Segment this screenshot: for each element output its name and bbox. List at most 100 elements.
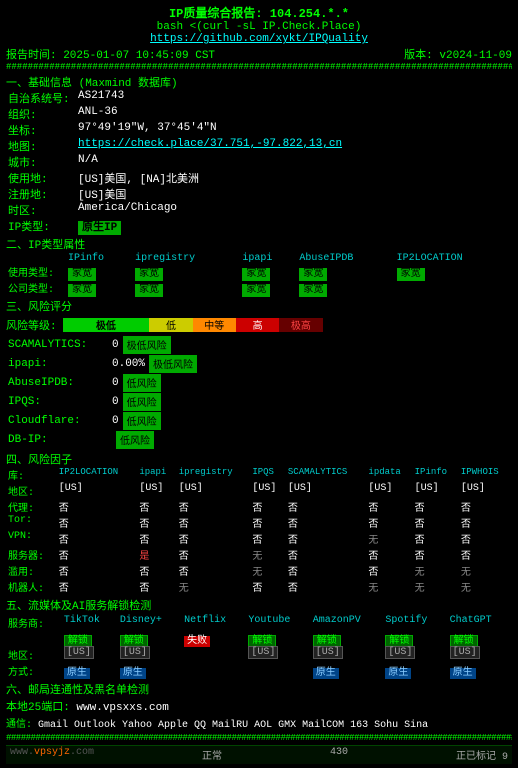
vpn-ipqs: 否	[250, 531, 286, 547]
factors-col-ipinfo2: IPinfo	[413, 467, 459, 483]
tool-version: 版本: v2024-11-09	[404, 46, 512, 62]
abuse-ipinfo: 无	[413, 563, 459, 579]
factors-col-scam: SCAMALYTICS	[286, 467, 367, 483]
s-tiktok-region: [US]	[62, 647, 118, 663]
ipapi-risk-label: ipapi:	[8, 358, 108, 370]
streaming-label-status	[6, 631, 62, 647]
streaming-label-method: 方式:	[6, 663, 62, 679]
proxy-label: 代理:	[6, 499, 57, 515]
location-value: 97°49'19"W, 37°45'4"N	[76, 122, 512, 138]
bot-ipqs: 否	[250, 579, 286, 595]
bot-ipreg: 无	[177, 579, 251, 595]
bot-row: 机器人: 否 否 无 否 否 无 无 无	[6, 579, 512, 595]
report-time: 报告时间: 2025-01-07 10:45:09 CST	[6, 46, 215, 62]
s-youtube-method	[246, 663, 310, 679]
col-ip2loc: IP2LOCATION	[395, 253, 512, 264]
abuse-label: 滥用:	[6, 563, 57, 579]
s-chatgpt-method: 原生	[448, 663, 512, 679]
timezone-value: America/Chicago	[76, 202, 512, 218]
factors-col-ipqs2: IPQS	[250, 467, 286, 483]
cloudflare-score: 0	[112, 415, 119, 427]
company-type-ipapi: 家宽	[240, 280, 297, 296]
org-row: 组织: ANL-36	[6, 106, 512, 122]
s-netflix-region	[182, 647, 246, 663]
hash-line-top: ########################################…	[6, 62, 512, 72]
tor-ipapi: 否	[137, 515, 176, 531]
org-label: 组织:	[6, 106, 76, 122]
s-disney-region: [US]	[118, 647, 182, 663]
usage-type-ipapi: 家宽	[240, 264, 297, 280]
risk-high: 高	[236, 318, 279, 332]
server-ipapi: 是	[137, 547, 176, 563]
ipqs-score: 0	[112, 396, 119, 408]
server-label: 服务器:	[6, 547, 57, 563]
proxy-row: 代理: 否 否 否 否 否 否 否 否	[6, 499, 512, 515]
email-providers-row: 通信: Gmail Outlook Yahoo Apple QQ MailRU …	[6, 715, 512, 731]
usage-type-abuseipdb: 家宽	[297, 264, 394, 280]
dbip-label: DB-IP:	[8, 434, 108, 446]
s-netflix-status: 失败	[182, 631, 246, 647]
usage-label: 使用地:	[6, 170, 76, 186]
region-f-ipwhois: [US]	[459, 483, 512, 499]
region-factor-label: 地区:	[6, 483, 57, 499]
abuseipdb-label: AbuseIPDB:	[8, 377, 108, 389]
ipqs-row: IPQS: 0 低风险	[8, 393, 512, 411]
abuseipdb-status: 低风险	[123, 374, 161, 392]
email-providers: Gmail Outlook Yahoo Apple QQ MailRU AOL …	[38, 720, 428, 731]
streaming-status-row: 解锁 解锁 失败 解锁 解锁 解锁 解锁	[6, 631, 512, 647]
vpn-scam: 否	[286, 531, 367, 547]
timezone-row: 时区: America/Chicago	[6, 202, 512, 218]
col-ipregistry: ipregistry	[133, 253, 240, 264]
region-f-ipdata: [US]	[366, 483, 412, 499]
company-type-ip2loc	[395, 280, 512, 296]
port-value: www.vpsxxs.com	[76, 702, 168, 714]
asn-row: 自治系统号: AS21743	[6, 90, 512, 106]
ip-type-table: IPinfo ipregistry ipapi AbuseIPDB IP2LOC…	[6, 253, 512, 296]
factors-col-ipwhois: IPWHOIS	[459, 467, 512, 483]
col-abuseipdb: AbuseIPDB	[297, 253, 394, 264]
vpn-ipreg: 否	[177, 531, 251, 547]
email-port-row: 本地25端口: www.vpsxxs.com	[6, 698, 512, 714]
streaming-label-region: 地区:	[6, 647, 62, 663]
proxy-ipinfo: 否	[413, 499, 459, 515]
s-tiktok-name: TikTok	[62, 615, 118, 631]
github-link[interactable]: https://github.com/xykt/IPQuality	[150, 33, 368, 45]
section-risk-header: 三、风险评分	[6, 298, 512, 314]
s-tiktok-status: 解锁	[62, 631, 118, 647]
region-f-ipreg: [US]	[177, 483, 251, 499]
s-disney-name: Disney+	[118, 615, 182, 631]
server-scam: 否	[286, 547, 367, 563]
map-link[interactable]: https://check.place/37.751,-97.822,13,cn	[76, 138, 512, 154]
vpn-ipinfo: 否	[413, 531, 459, 547]
abuseipdb-row: AbuseIPDB: 0 低风险	[8, 374, 512, 392]
usage-type-ipinfo: 家宽	[66, 264, 133, 280]
bot-ipinfo: 无	[413, 579, 459, 595]
s-chatgpt-status: 解锁	[448, 631, 512, 647]
page-container: IP质量综合报告: 104.254.*.* bash <(curl -sL IP…	[6, 4, 512, 764]
ip-type-col-header: IPinfo ipregistry ipapi AbuseIPDB IP2LOC…	[6, 253, 512, 264]
section-email-header: 六、邮局连通性及黑名单检测	[6, 681, 512, 697]
status-marking: 正已标记 9	[456, 747, 508, 763]
asn-value: AS21743	[76, 90, 512, 106]
section-factors-header: 四、风险因子	[6, 451, 512, 467]
region-f-scam: [US]	[286, 483, 367, 499]
streaming-region-row: 地区: [US] [US] [US] [US] [US] [US]	[6, 647, 512, 663]
streaming-name-row: 服务商: TikTok Disney+ Netflix Youtube Amaz…	[6, 615, 512, 631]
cloudflare-status: 低风险	[123, 412, 161, 430]
ip-type-row: IP类型: 原生IP	[6, 218, 512, 234]
tor-ipqs: 否	[250, 515, 286, 531]
tor-ipdata: 否	[366, 515, 412, 531]
org-value: ANL-36	[76, 106, 512, 122]
s-amazon-method: 原生	[311, 663, 384, 679]
proxy-ipreg: 否	[177, 499, 251, 515]
s-spotify-name: Spotify	[383, 615, 447, 631]
col-ipapi: ipapi	[240, 253, 297, 264]
s-netflix-name: Netflix	[182, 615, 246, 631]
usage-type-ipregistry: 家宽	[133, 264, 240, 280]
company-type-ipinfo: 家宽	[66, 280, 133, 296]
tor-label: Tor:	[6, 515, 57, 531]
scamalytics-label: SCAMALYTICS:	[8, 339, 108, 351]
vpn-ipwhois: 否	[459, 531, 512, 547]
usage-value: [US]美国, [NA]北美洲	[76, 170, 512, 186]
proxy-ipdata: 否	[366, 499, 412, 515]
